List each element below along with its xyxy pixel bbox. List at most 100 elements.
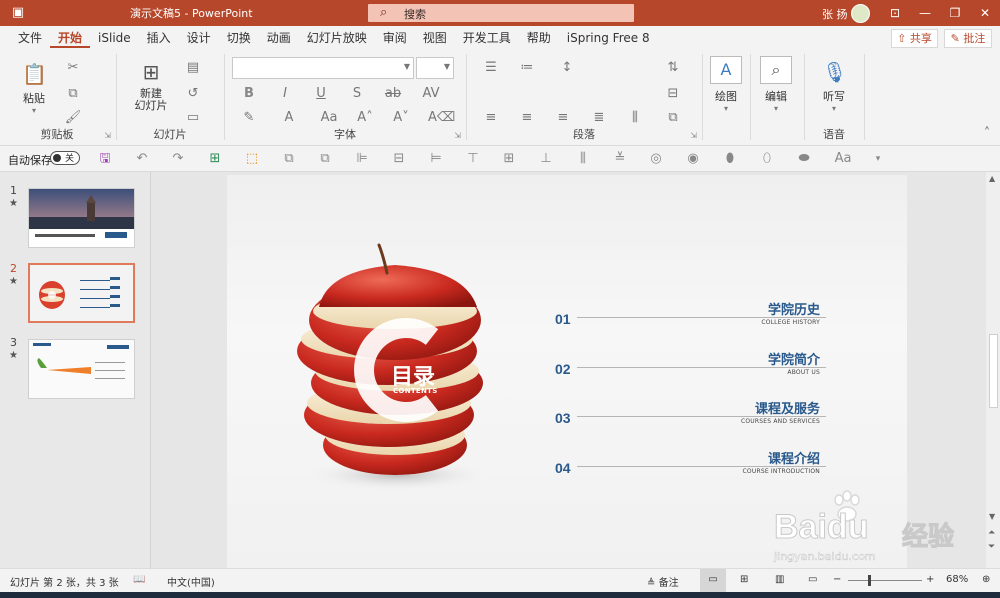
paste-dropdown-icon[interactable]: ▾	[14, 106, 54, 115]
slide-thumbnail-2[interactable]	[28, 263, 135, 323]
tab-9[interactable]: 视图	[415, 30, 455, 48]
change-case-icon[interactable]: Aa	[320, 110, 338, 126]
distribute-v-icon[interactable]: ≚	[612, 151, 628, 167]
align-right-icon[interactable]: ≡	[554, 110, 572, 126]
slideshow-icon[interactable]: ▭	[808, 574, 817, 585]
align-center-objects-icon[interactable]: ⊟	[391, 151, 407, 167]
current-slide[interactable]: 目录 CONTENTS 01 学院历史 COLLEGE HISTORY 02 学…	[227, 175, 907, 568]
edit-button[interactable]: ⌕ 编辑 ▾	[758, 56, 794, 113]
previous-slide-icon[interactable]: ⏶	[988, 528, 995, 538]
numbering-icon[interactable]: ≔	[518, 60, 536, 76]
dictate-button[interactable]: 🎙 听写 ▾	[816, 60, 852, 113]
tab-6[interactable]: 动画	[259, 30, 299, 48]
tab-7[interactable]: 幻灯片放映	[299, 30, 375, 48]
font-family-select[interactable]: ▼	[232, 57, 414, 79]
zoom-in-icon[interactable]: +	[926, 574, 934, 585]
fragment-icon[interactable]: ⬮	[722, 151, 738, 167]
strikethrough-icon[interactable]: ab	[384, 86, 402, 102]
tab-5[interactable]: 切换	[219, 30, 259, 48]
intersect-icon[interactable]: ⬯	[759, 151, 775, 167]
next-slide-icon[interactable]: ⏷	[988, 542, 995, 552]
subtract-icon[interactable]: ⬬	[796, 151, 812, 167]
union-icon[interactable]: ◎	[648, 151, 664, 167]
align-top-icon[interactable]: ⊤	[465, 151, 481, 167]
collapse-ribbon-icon[interactable]: ˄	[978, 126, 996, 142]
align-middle-icon[interactable]: ⊞	[501, 151, 517, 167]
scroll-down-icon[interactable]: ▼	[989, 512, 995, 521]
save-icon[interactable]: 🖫	[97, 151, 113, 167]
fit-slide-icon[interactable]: ⊕	[982, 574, 990, 585]
minimize-button[interactable]: —	[910, 0, 940, 26]
autosave-toggle[interactable]: 关	[50, 151, 80, 165]
combine-icon[interactable]: ◉	[685, 151, 701, 167]
toc-item-1[interactable]: 01 学院历史 COLLEGE HISTORY	[555, 303, 826, 335]
toc-item-3[interactable]: 03 课程及服务 COURSES AND SERVICES	[555, 402, 826, 434]
smartart-icon[interactable]: ⧉	[664, 110, 682, 126]
underline-icon[interactable]: U	[312, 86, 330, 102]
highlight-icon[interactable]: ✎	[240, 110, 258, 126]
tab-0[interactable]: 文件	[10, 30, 50, 48]
format-painter-icon[interactable]: 🖌	[64, 110, 82, 126]
section-icon[interactable]: ▭	[184, 110, 202, 126]
slide-editor[interactable]: 目录 CONTENTS 01 学院历史 COLLEGE HISTORY 02 学…	[151, 172, 986, 568]
text-direction-icon[interactable]: ⇅	[664, 60, 682, 76]
customize-qat-icon[interactable]: ▾	[870, 151, 886, 167]
toc-item-2[interactable]: 02 学院简介 ABOUT US	[555, 353, 826, 385]
tab-4[interactable]: 设计	[179, 30, 219, 48]
scroll-up-icon[interactable]: ▲	[989, 174, 995, 183]
new-slide-button[interactable]: ⊞ 新建 幻灯片	[126, 60, 176, 112]
tab-3[interactable]: 插入	[139, 30, 179, 48]
change-case-icon[interactable]: Aa	[832, 151, 854, 167]
cut-icon[interactable]: ✂	[64, 60, 82, 76]
redo-icon[interactable]: ↷	[170, 151, 186, 167]
slide-thumbnail-3[interactable]	[28, 339, 135, 399]
align-center-icon[interactable]: ≡	[518, 110, 536, 126]
restore-button[interactable]: ❐	[940, 0, 970, 26]
increase-font-icon[interactable]: A˄	[356, 110, 374, 126]
user-name[interactable]: 张 扬	[822, 6, 848, 22]
reading-view-icon[interactable]: ▥	[775, 574, 784, 585]
send-backward-icon[interactable]: ⧉	[317, 151, 333, 167]
tab-10[interactable]: 开发工具	[455, 30, 519, 48]
copy-icon[interactable]: ⧉	[64, 86, 82, 102]
ribbon-display-icon[interactable]: ⊡	[880, 0, 910, 26]
tab-8[interactable]: 审阅	[375, 30, 415, 48]
comment-button[interactable]: ✎ 批注	[944, 29, 992, 48]
clipboard-launcher-icon[interactable]: ⇲	[104, 131, 111, 140]
distribute-h-icon[interactable]: ⫼	[575, 151, 591, 167]
dictate-dropdown-icon[interactable]: ▾	[816, 104, 852, 113]
zoom-level[interactable]: 68%	[946, 574, 968, 585]
justify-icon[interactable]: ≣	[590, 110, 608, 126]
font-color-icon[interactable]: A	[280, 110, 298, 126]
slide-thumbnail-1[interactable]	[28, 188, 135, 248]
font-launcher-icon[interactable]: ⇲	[454, 131, 461, 140]
save-icon[interactable]: ▣	[10, 5, 26, 21]
columns-icon[interactable]: ⫼	[626, 110, 644, 126]
shadow-icon[interactable]: S	[348, 86, 366, 102]
paragraph-launcher-icon[interactable]: ⇲	[690, 131, 697, 140]
language-indicator[interactable]: 中文(中国)	[167, 574, 215, 589]
undo-icon[interactable]: ↶	[134, 151, 150, 167]
normal-view-icon[interactable]: ▭	[700, 569, 726, 592]
search-input[interactable]: ⌕ 搜索	[368, 4, 634, 22]
zoom-slider-thumb[interactable]	[868, 575, 871, 586]
zoom-out-icon[interactable]: −	[833, 574, 841, 585]
align-text-icon[interactable]: ⊟	[664, 86, 682, 102]
close-button[interactable]: ✕	[970, 0, 1000, 26]
clear-format-icon[interactable]: A⌫	[428, 110, 455, 126]
align-left-icon[interactable]: ≡	[482, 110, 500, 126]
align-right-objects-icon[interactable]: ⊨	[428, 151, 444, 167]
zoom-slider-track[interactable]	[848, 580, 922, 581]
bold-icon[interactable]: B	[240, 86, 258, 102]
font-size-select[interactable]: ▼	[416, 57, 454, 79]
reset-icon[interactable]: ↺	[184, 86, 202, 102]
notes-button[interactable]: ≜ 备注	[647, 574, 679, 589]
tab-12[interactable]: iSpring Free 8	[559, 30, 658, 48]
bullets-icon[interactable]: ☰	[482, 60, 500, 76]
tab-11[interactable]: 帮助	[519, 30, 559, 48]
bring-forward-icon[interactable]: ⧉	[281, 151, 297, 167]
slide-sorter-icon[interactable]: ⊞	[740, 574, 748, 585]
slide-thumbnail-pane[interactable]: 1 ★ 2 ★ 3 ★	[0, 172, 151, 568]
decrease-font-icon[interactable]: A˅	[392, 110, 410, 126]
line-spacing-icon[interactable]: ↕	[558, 60, 576, 76]
